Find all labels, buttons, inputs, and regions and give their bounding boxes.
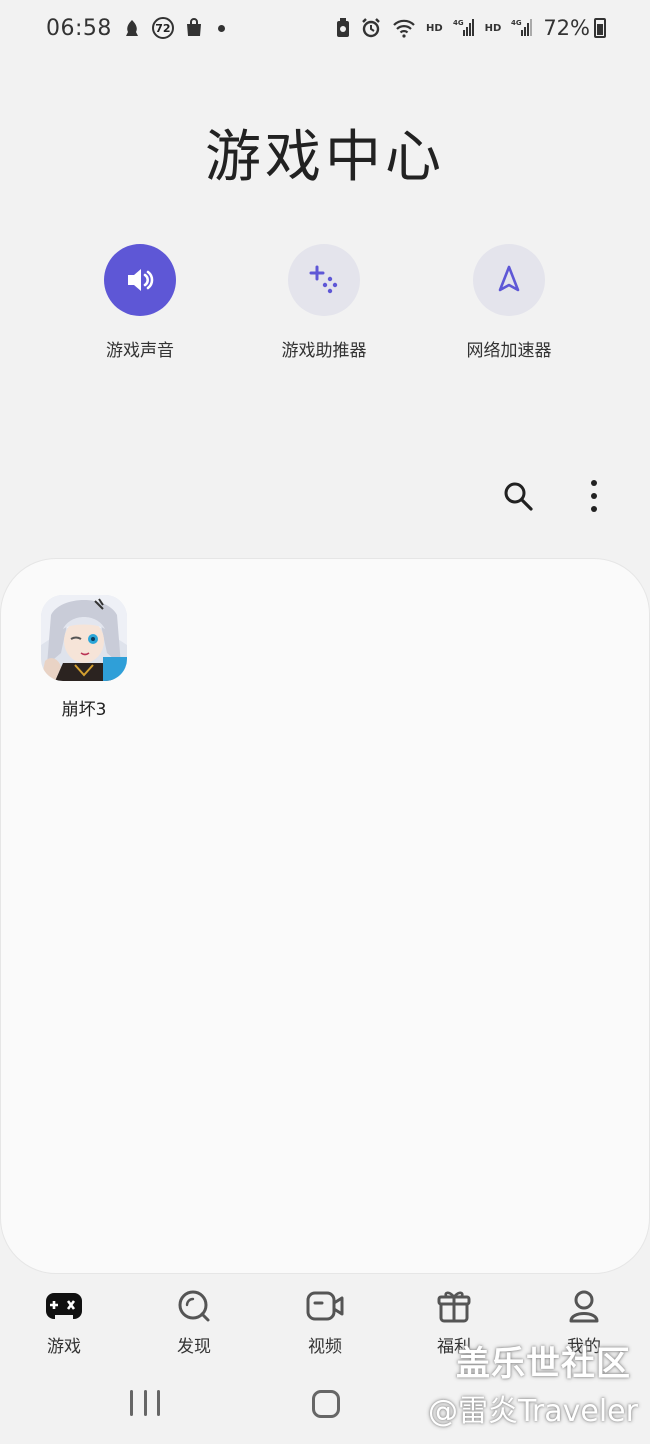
- wifi-icon: [392, 18, 416, 38]
- hd-voice-label-2: HD: [484, 22, 502, 34]
- battery-icon: [594, 18, 606, 38]
- search-button[interactable]: [500, 480, 536, 516]
- shopping-bag-icon: [184, 18, 204, 38]
- quick-action-game-sound[interactable]: 游戏声音: [70, 244, 210, 361]
- quick-action-network-accelerator[interactable]: 网络加速器: [439, 244, 579, 361]
- alarm-icon: [360, 17, 382, 39]
- gamepad-icon: [45, 1288, 83, 1324]
- game-app-icon[interactable]: [41, 595, 127, 681]
- gift-icon: [435, 1288, 473, 1324]
- nav-label: 视频: [308, 1337, 342, 1357]
- notification-badge-icon: 72: [151, 17, 174, 39]
- search-icon: [502, 480, 534, 516]
- discover-icon: [175, 1288, 213, 1324]
- nav-label: 发现: [177, 1337, 211, 1357]
- home-button[interactable]: [312, 1390, 340, 1418]
- video-icon: [306, 1288, 344, 1324]
- profile-icon: [565, 1288, 603, 1324]
- game-booster-icon[interactable]: [288, 244, 360, 316]
- rocket-icon[interactable]: [473, 244, 545, 316]
- status-bar-right: HD 4G HD 4G 72%: [336, 16, 606, 40]
- hd-voice-label: HD: [425, 22, 443, 34]
- battery-percent: 72%: [543, 16, 590, 40]
- watermark-community: 盖乐世社区: [456, 1344, 631, 1384]
- game-library-card: 崩坏3: [0, 558, 650, 1274]
- quick-action-game-booster[interactable]: 游戏助推器: [254, 244, 394, 361]
- nav-label: 游戏: [47, 1337, 81, 1357]
- page-title: 游戏中心: [205, 125, 445, 190]
- notification-app-icon: [122, 18, 142, 38]
- more-notifications-dot-icon: [217, 24, 225, 32]
- game-label: 崩坏3: [61, 700, 107, 720]
- status-time: 06:58: [46, 15, 112, 41]
- nav-item-discover[interactable]: 发现: [154, 1288, 234, 1357]
- quick-action-label: 游戏助推器: [281, 341, 367, 361]
- svg-text:4G: 4G: [453, 19, 464, 27]
- signal-icon-2: 4G: [511, 18, 533, 38]
- nav-item-video[interactable]: 视频: [285, 1288, 365, 1357]
- battery-saver-icon: [336, 18, 350, 38]
- speaker-icon[interactable]: [104, 244, 176, 316]
- watermark-author: @雷炎Traveler: [428, 1394, 638, 1429]
- quick-action-label: 游戏声音: [106, 341, 174, 361]
- signal-icon: 4G: [453, 18, 475, 38]
- status-bar: 06:58 72 HD 4G HD 4G 72%: [0, 0, 650, 56]
- svg-text:4G: 4G: [511, 19, 522, 27]
- game-item[interactable]: 崩坏3: [41, 595, 127, 720]
- more-options-button[interactable]: [578, 480, 610, 516]
- quick-action-label: 网络加速器: [466, 341, 552, 361]
- more-vert-icon: [590, 479, 598, 517]
- nav-item-games[interactable]: 游戏: [24, 1288, 104, 1357]
- recent-apps-button[interactable]: [130, 1390, 160, 1420]
- recent-apps-icon: [130, 1390, 133, 1416]
- status-bar-left: 06:58 72: [46, 16, 225, 41]
